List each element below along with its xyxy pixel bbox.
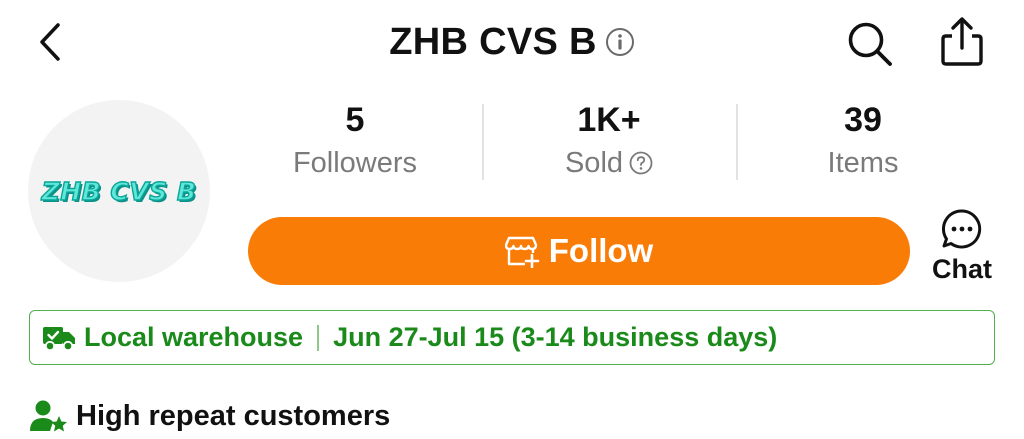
delivery-truck-icon bbox=[43, 326, 75, 351]
follow-button[interactable]: Follow bbox=[248, 217, 910, 285]
shop-avatar[interactable]: ZHB CVS B bbox=[28, 100, 210, 282]
items-count: 39 bbox=[844, 101, 882, 139]
help-circle-icon[interactable] bbox=[629, 151, 653, 175]
store-add-icon bbox=[504, 236, 540, 268]
repeat-customers-label: High repeat customers bbox=[76, 399, 391, 432]
chat-label: Chat bbox=[932, 254, 992, 284]
chevron-left-icon bbox=[40, 23, 60, 61]
banner-divider bbox=[317, 324, 320, 351]
stat-followers[interactable]: 5 Followers bbox=[230, 98, 480, 190]
info-circle-icon[interactable] bbox=[605, 27, 635, 57]
warehouse-name: Local warehouse bbox=[84, 322, 304, 352]
repeat-customers-badge: High repeat customers bbox=[30, 396, 390, 436]
search-icon bbox=[848, 22, 892, 66]
followers-count: 5 bbox=[345, 101, 365, 139]
warehouse-banner[interactable]: Local warehouse Jun 27-Jul 15 (3-14 busi… bbox=[29, 310, 995, 365]
shop-logo-text: ZHB CVS B bbox=[41, 176, 197, 206]
search-button[interactable] bbox=[842, 16, 898, 72]
page-title: ZHB CVS B bbox=[389, 20, 597, 63]
user-star-icon bbox=[30, 400, 67, 432]
back-button[interactable] bbox=[28, 18, 72, 66]
sold-label: Sold bbox=[564, 147, 624, 179]
chat-button[interactable]: Chat bbox=[922, 208, 1002, 294]
items-label: Items bbox=[827, 147, 899, 179]
chat-bubble-icon bbox=[941, 209, 982, 249]
share-icon bbox=[941, 17, 983, 66]
stat-sold[interactable]: 1K+ Sold bbox=[484, 98, 734, 190]
stat-items[interactable]: 39 Items bbox=[738, 98, 988, 190]
followers-label: Followers bbox=[292, 147, 418, 179]
sold-count: 1K+ bbox=[577, 101, 641, 139]
delivery-window: Jun 27-Jul 15 (3-14 business days) bbox=[333, 322, 778, 352]
follow-label: Follow bbox=[548, 232, 654, 269]
share-button[interactable] bbox=[934, 14, 990, 70]
